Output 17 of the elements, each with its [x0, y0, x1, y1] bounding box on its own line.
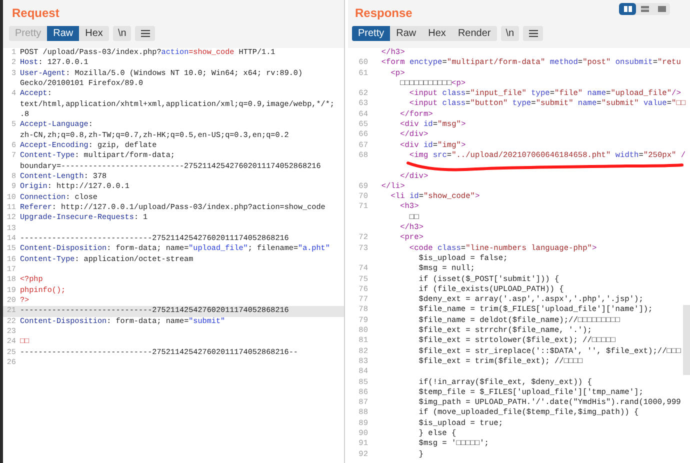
menu-icon[interactable] — [523, 26, 544, 41]
scrollbar-thumb[interactable] — [683, 305, 690, 375]
view-tab[interactable]: Raw — [390, 26, 422, 41]
columns-icon — [624, 6, 632, 12]
newline-toggle-button[interactable]: \n — [112, 26, 132, 41]
panel-title: Response — [354, 6, 412, 20]
rows-icon — [640, 6, 648, 12]
view-tab[interactable]: Hex — [79, 26, 109, 41]
view-tab[interactable]: Render — [452, 26, 497, 41]
newline-toggle-button[interactable]: \n — [500, 26, 520, 41]
panel-title: Request — [11, 6, 60, 20]
layout-toggle[interactable] — [619, 3, 636, 15]
view-tab[interactable]: Raw — [47, 26, 80, 41]
view-tab[interactable]: Hex — [422, 26, 452, 41]
view-tab[interactable]: Pretty — [352, 26, 390, 41]
menu-icon[interactable] — [135, 26, 156, 41]
single-pane-icon — [658, 6, 666, 12]
